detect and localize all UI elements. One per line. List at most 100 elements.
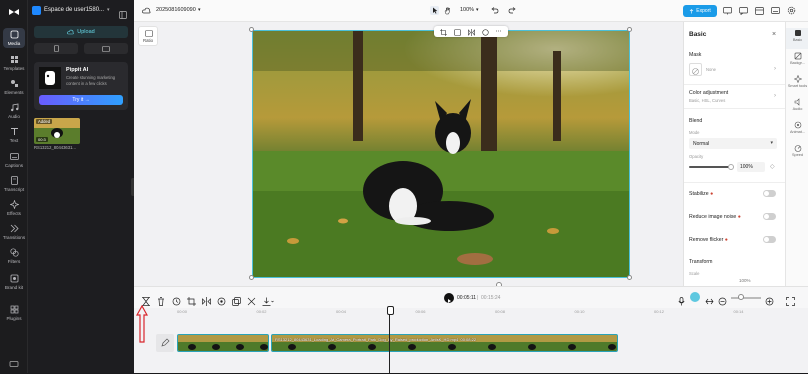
timeline-tick: 00:02 — [256, 309, 267, 314]
resize-handle-top-left[interactable] — [249, 27, 254, 32]
comment-icon[interactable] — [739, 6, 748, 15]
export-label: Export — [696, 8, 711, 14]
rail-item-text[interactable]: Text — [0, 125, 28, 145]
flip-icon[interactable] — [468, 23, 475, 41]
reduce-noise-toggle[interactable] — [763, 213, 776, 220]
device-upload-button[interactable] — [84, 43, 128, 54]
rail-item-media[interactable]: Media — [0, 28, 28, 48]
resize-handle-bottom-right[interactable] — [627, 275, 632, 280]
right-tab-backgr[interactable]: Backgr... — [786, 51, 808, 72]
timeline-tick: 00:12 — [654, 309, 665, 314]
playhead[interactable] — [387, 306, 394, 373]
collapse-panel-icon[interactable] — [119, 6, 127, 19]
added-badge: Added — [36, 119, 53, 124]
rail-item-brand-kit[interactable]: Brand kit — [0, 272, 28, 292]
rail-label: Audio — [8, 114, 20, 119]
templates-icon — [10, 56, 18, 63]
annotation-arrow-icon — [135, 304, 149, 343]
media-panel: Espace de user1580... ▾ Upload Pippit AI… — [28, 0, 134, 373]
phone-upload-button[interactable] — [34, 43, 78, 54]
media-asset-thumbnail[interactable]: Added 00:3 — [34, 118, 80, 144]
resize-handle-bottom-left[interactable] — [249, 275, 254, 280]
chevron-down-icon[interactable]: ▾ — [198, 7, 201, 13]
right-tab-animat[interactable]: Animat... — [786, 120, 808, 141]
stabilize-toggle[interactable] — [763, 190, 776, 197]
magnet-toggle[interactable] — [690, 292, 700, 302]
play-button[interactable] — [444, 293, 454, 303]
rail-item-plugins[interactable]: Plugins — [0, 303, 28, 323]
chevron-right-icon[interactable]: › — [774, 66, 776, 72]
rail-item-captions[interactable]: Captions — [0, 150, 28, 170]
video-preview[interactable] — [252, 30, 630, 278]
try-it-button[interactable]: Try it → — [39, 95, 123, 105]
export-button[interactable]: Export — [683, 5, 717, 17]
rail-item-effects[interactable]: Effects — [0, 198, 28, 218]
right-tab-basic[interactable]: Basic — [786, 28, 808, 49]
reduce-noise-label: Reduce image noise ● — [689, 214, 741, 220]
remove-flicker-label: Remove flicker ● — [689, 237, 728, 243]
rail-label: Transcript — [3, 187, 25, 192]
rail-label: Filters — [7, 259, 21, 264]
hand-tool-icon[interactable] — [443, 6, 452, 15]
right-tab-smart-tools[interactable]: Smart tools — [786, 74, 808, 95]
rail-item-templates[interactable]: Templates — [0, 53, 28, 73]
keyboard-shortcuts-icon[interactable] — [9, 356, 19, 367]
rail-item-elements[interactable]: Elements — [0, 77, 28, 97]
undo-icon[interactable] — [490, 6, 499, 15]
present-icon[interactable] — [723, 6, 732, 15]
blend-mode-select[interactable]: Normal ▾ — [689, 138, 777, 149]
redo-icon[interactable] — [507, 6, 516, 15]
pippit-avatar — [39, 67, 61, 89]
blend-mode-value: Normal — [693, 141, 710, 147]
timeline-clip-main[interactable]: RS13212_80443631_Loading_At_Camera_Portr… — [271, 334, 618, 352]
zoom-slider[interactable] — [731, 297, 761, 299]
replace-icon[interactable] — [454, 23, 461, 41]
resize-handle-top-right[interactable] — [627, 27, 632, 32]
chevron-down-icon: ▾ — [107, 7, 110, 13]
rail-label: Templates — [3, 66, 25, 71]
capcut-logo-icon[interactable] — [8, 4, 20, 15]
adjust-icon[interactable] — [482, 23, 489, 41]
ratio-button[interactable]: Ratio — [138, 26, 158, 46]
rail-item-audio[interactable]: Audio — [0, 101, 28, 121]
crop-icon[interactable] — [440, 23, 448, 41]
elements-icon — [10, 80, 18, 87]
keyframe-icon[interactable]: ◇ — [770, 163, 775, 170]
transform-label[interactable]: Transform — [689, 259, 712, 265]
keyboard-icon[interactable] — [771, 6, 780, 15]
rail-item-filters[interactable]: Filters — [0, 246, 28, 266]
remove-flicker-toggle[interactable] — [763, 236, 776, 243]
element-toolbar: ⋯ — [434, 26, 508, 37]
rail-label: Captions — [4, 163, 24, 168]
workspace-switcher[interactable]: Espace de user1580... ▾ — [32, 4, 110, 16]
scale-value[interactable]: 100% — [739, 278, 751, 283]
opacity-slider-thumb[interactable] — [728, 164, 734, 170]
project-name[interactable]: 2025081609090 — [156, 7, 196, 13]
rail-item-transitions[interactable]: Transitions — [0, 222, 28, 242]
rail-label: Plugins — [6, 316, 22, 321]
track-settings[interactable] — [156, 334, 174, 352]
monitor-icon — [102, 45, 110, 52]
upload-button[interactable]: Upload — [34, 26, 128, 38]
close-icon[interactable]: × — [772, 31, 776, 38]
zoom-slider-thumb[interactable] — [738, 294, 744, 300]
mask-none-icon[interactable] — [689, 63, 702, 76]
workspace-name: Espace de user1580... — [44, 7, 105, 13]
layout-icon[interactable] — [755, 6, 764, 15]
chevron-right-icon[interactable]: › — [774, 93, 776, 99]
settings-icon[interactable] — [787, 6, 796, 15]
color-adjustment-label[interactable]: Color adjustment — [689, 90, 728, 96]
more-icon[interactable]: ⋯ — [496, 28, 502, 35]
select-tool-icon[interactable] — [430, 6, 439, 15]
right-tab-audio[interactable]: Audio — [786, 97, 808, 118]
phone-icon — [53, 45, 59, 52]
zoom-level[interactable]: 100% — [460, 7, 474, 13]
chevron-down-icon[interactable]: ▾ — [476, 7, 479, 13]
timeline-clip[interactable] — [177, 334, 269, 352]
opacity-input[interactable]: 100% — [737, 162, 765, 172]
right-tab-speed[interactable]: Speed — [786, 143, 808, 164]
timeline-tick: 00:04 — [336, 309, 347, 314]
captions-icon — [9, 153, 19, 160]
rail-item-transcript[interactable]: Transcript — [0, 174, 28, 194]
opacity-slider[interactable] — [689, 166, 733, 168]
